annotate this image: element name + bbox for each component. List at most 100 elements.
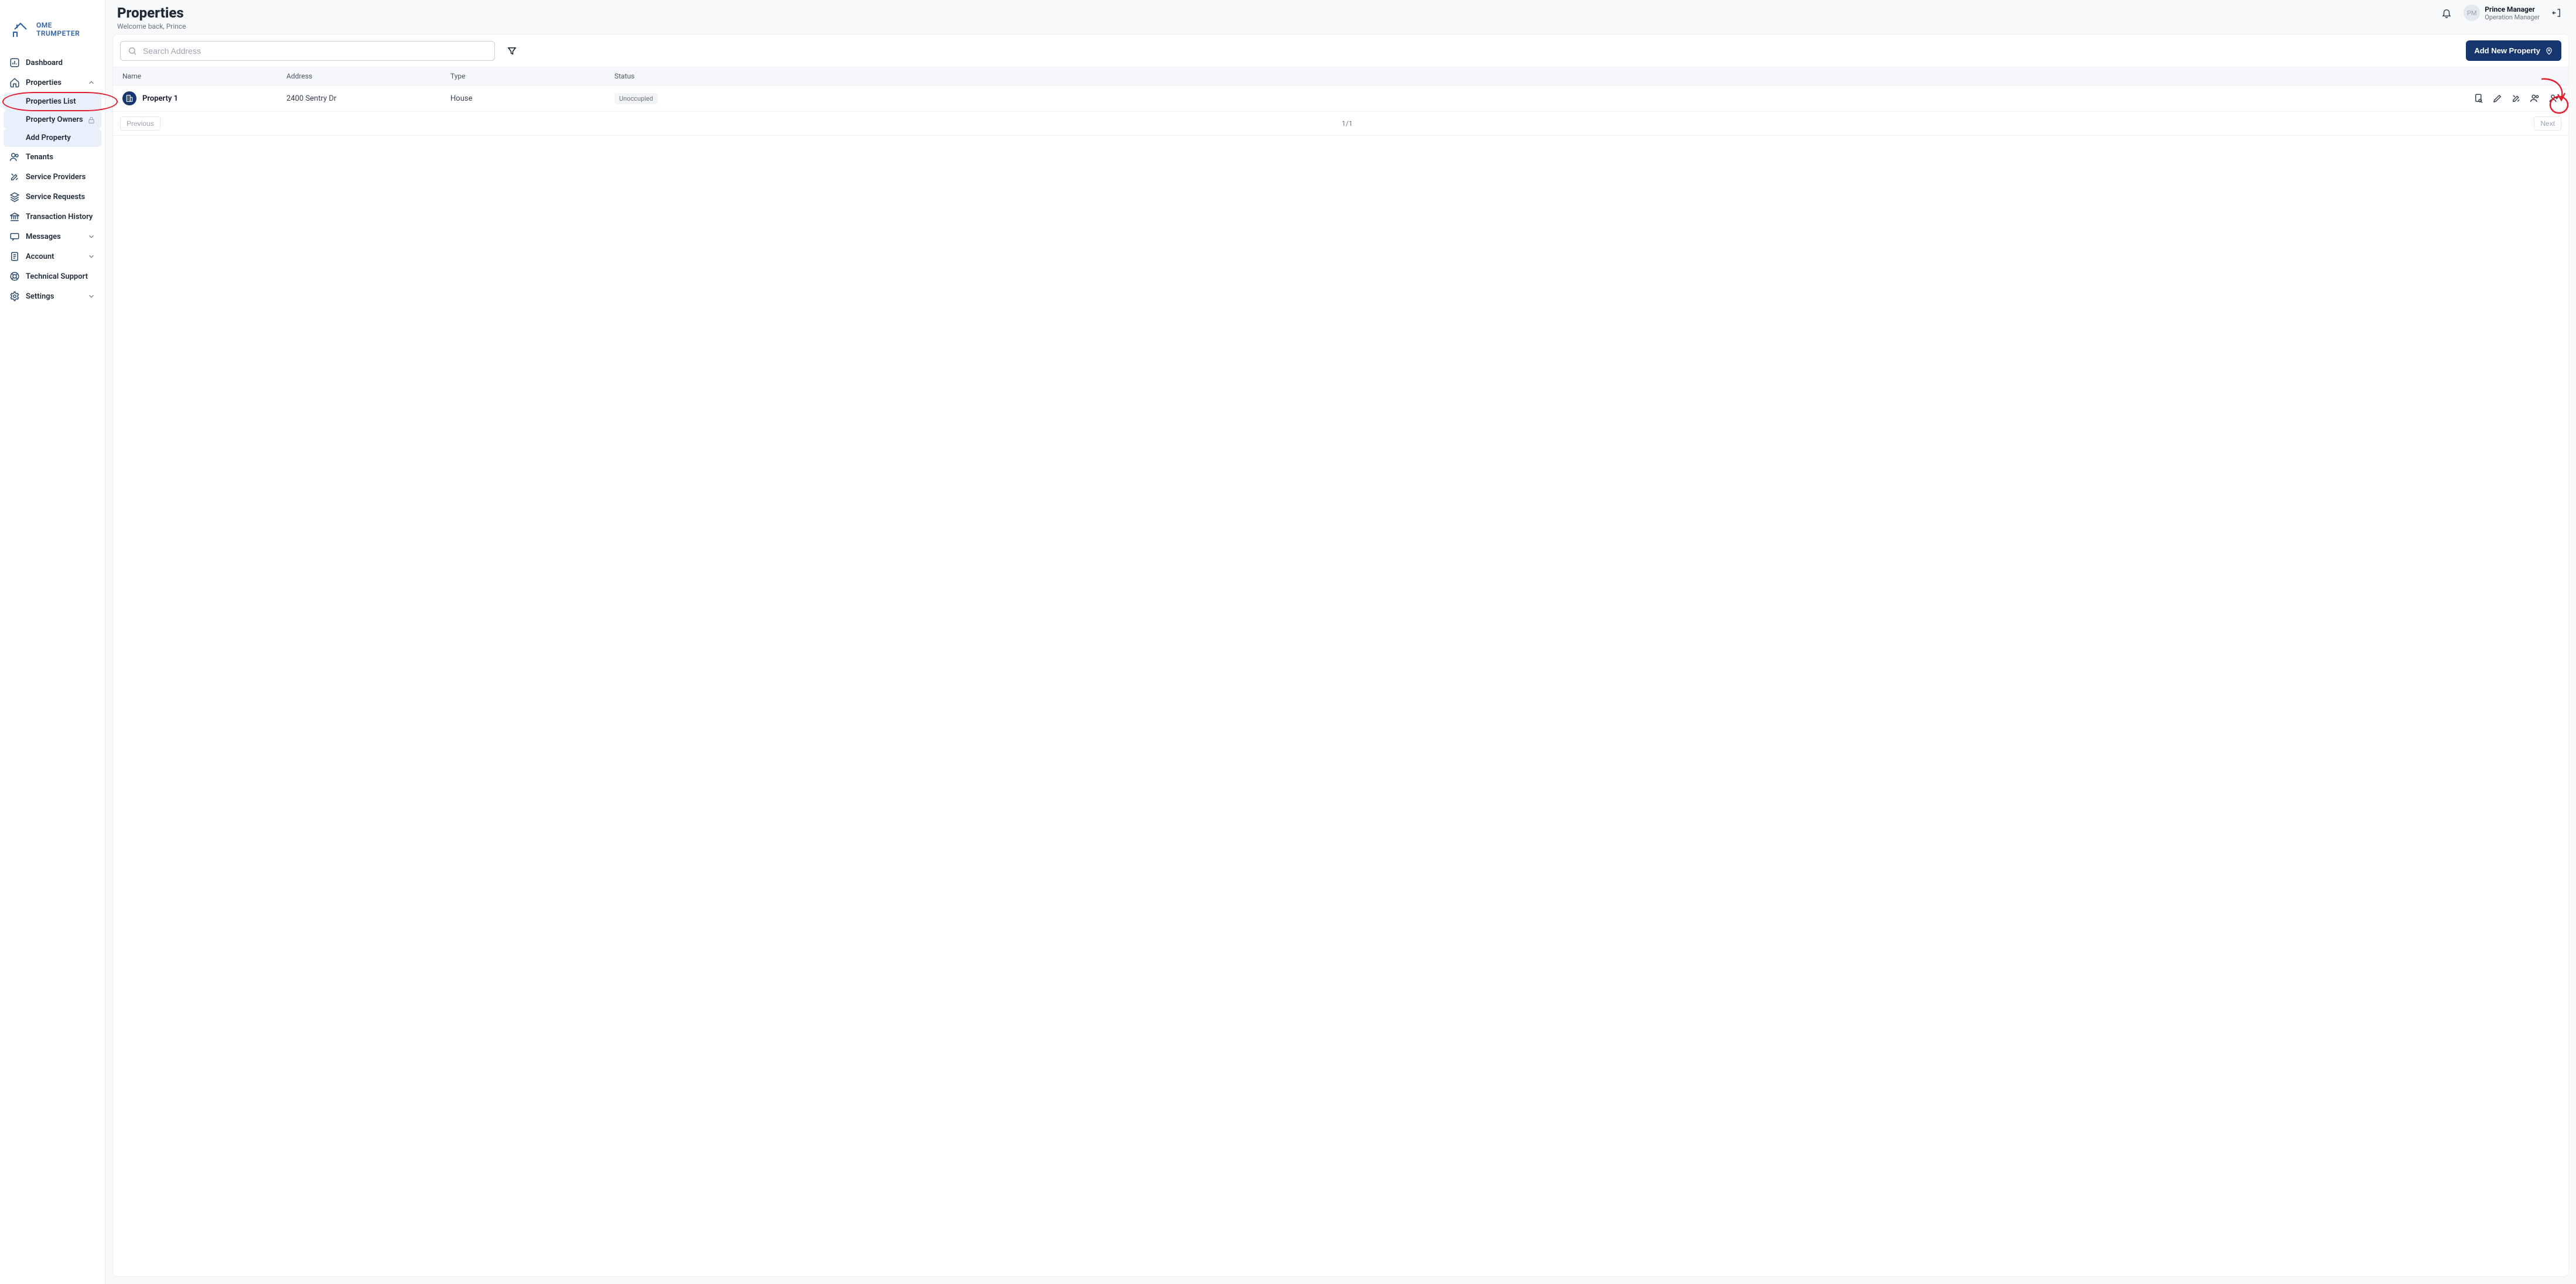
col-address: Address [286, 72, 450, 80]
service-action[interactable] [2511, 93, 2522, 104]
add-tenant-action[interactable] [2548, 93, 2559, 104]
building-icon [122, 91, 136, 105]
sidebar-item-properties[interactable]: Properties [4, 73, 101, 93]
tenants-action[interactable] [2530, 93, 2540, 104]
page-indicator: 1/1 [160, 119, 2534, 128]
table-header: Name Address Type Status [113, 67, 2568, 85]
pencil-icon [2492, 93, 2503, 104]
sidebar-subitem-properties-list[interactable]: Properties List [4, 93, 101, 111]
search-field[interactable] [120, 41, 495, 61]
sidebar-item-label: Properties List [26, 97, 76, 106]
view-details-action[interactable] [2473, 93, 2484, 104]
user-menu[interactable]: PM Prince Manager Operation Manager [2464, 5, 2540, 21]
chat-icon [9, 231, 20, 242]
sidebar-item-label: Add Property [26, 133, 71, 142]
content-card: Add New Property Name Address Type Statu… [112, 34, 2569, 1277]
page-title: Properties [117, 5, 186, 21]
table-row[interactable]: Property 1 2400 Sentry Dr House Unoccupi… [113, 85, 2568, 112]
sidebar: OME TRUMPETER Dashboard Properties Prope… [0, 0, 105, 1284]
page-subtitle: Welcome back, Prince [117, 22, 186, 30]
sidebar-item-label: Transaction History [26, 213, 93, 221]
logout-icon [2551, 8, 2562, 18]
sidebar-item-service-requests[interactable]: Service Requests [4, 187, 101, 207]
cell-name-text: Property 1 [142, 94, 178, 103]
status-badge: Unoccupied [614, 93, 658, 104]
brand-logo: OME TRUMPETER [0, 0, 105, 50]
cell-status: Unoccupied [614, 93, 2430, 104]
col-name: Name [122, 72, 286, 80]
stack-icon [9, 191, 20, 202]
sidebar-item-service-providers[interactable]: Service Providers [4, 167, 101, 187]
sidebar-item-tenants[interactable]: Tenants [4, 147, 101, 167]
user-names: Prince Manager Operation Manager [2485, 5, 2540, 21]
previous-button[interactable]: Previous [120, 117, 160, 131]
bell-icon [2441, 8, 2452, 18]
sidebar-item-account[interactable]: Account [4, 246, 101, 266]
avatar: PM [2464, 5, 2480, 21]
topbar: Properties Welcome back, Prince PM Princ… [105, 0, 2576, 34]
chevron-up-icon [87, 78, 95, 87]
cell-name: Property 1 [122, 91, 286, 105]
user-name: Prince Manager [2485, 5, 2540, 13]
cell-type: House [450, 94, 614, 103]
users-icon [9, 152, 20, 162]
pagination: Previous 1/1 Next [113, 112, 2568, 136]
sidebar-item-label: Tenants [26, 153, 53, 162]
document-icon [9, 251, 20, 262]
add-new-property-button[interactable]: Add New Property [2466, 40, 2561, 61]
chevron-down-icon [87, 232, 95, 241]
user-role: Operation Manager [2485, 13, 2540, 21]
chevron-down-icon [87, 252, 95, 261]
sidebar-subitem-add-property[interactable]: Add Property [4, 129, 101, 147]
sidebar-item-label: Dashboard [26, 59, 63, 67]
properties-subnav: Properties List Property Owners Add Prop… [4, 93, 101, 147]
sidebar-item-label: Property Owners [26, 115, 83, 124]
map-pin-icon [2545, 47, 2553, 55]
sidebar-item-label: Properties [26, 78, 62, 87]
sidebar-item-technical-support[interactable]: Technical Support [4, 266, 101, 286]
people-icon [2530, 93, 2540, 104]
next-button[interactable]: Next [2534, 117, 2561, 131]
brand-text: OME TRUMPETER [36, 21, 97, 37]
sidebar-item-settings[interactable]: Settings [4, 286, 101, 306]
bar-chart-icon [9, 57, 20, 68]
sidebar-item-label: Service Requests [26, 193, 85, 201]
bank-icon [9, 211, 20, 222]
primary-nav: Dashboard Properties Properties List Pro… [0, 50, 105, 309]
tools-icon [2511, 93, 2522, 104]
sidebar-item-label: Messages [26, 232, 61, 241]
search-icon [128, 46, 137, 56]
person-add-icon [2548, 93, 2559, 104]
edit-action[interactable] [2492, 93, 2503, 104]
col-type: Type [450, 72, 614, 80]
sidebar-subitem-property-owners[interactable]: Property Owners [4, 111, 101, 129]
clipboard-search-icon [2473, 93, 2484, 104]
row-actions [2430, 93, 2559, 104]
list-toolbar: Add New Property [113, 35, 2568, 67]
home-icon [9, 77, 20, 88]
gear-icon [9, 291, 20, 302]
sidebar-item-label: Settings [26, 292, 54, 301]
lock-icon [87, 116, 95, 124]
tools-icon [9, 172, 20, 182]
button-label: Add New Property [2474, 46, 2540, 55]
page-title-block: Properties Welcome back, Prince [117, 5, 186, 30]
chevron-down-icon [87, 292, 95, 300]
filter-button[interactable] [503, 42, 521, 60]
notifications-button[interactable] [2439, 5, 2454, 20]
house-roof-icon [13, 21, 33, 37]
sidebar-item-label: Technical Support [26, 272, 88, 281]
main-area: Properties Welcome back, Prince PM Princ… [105, 0, 2576, 1284]
logout-button[interactable] [2549, 5, 2564, 20]
cell-address: 2400 Sentry Dr [286, 94, 450, 103]
col-status: Status [614, 72, 2430, 80]
sidebar-item-dashboard[interactable]: Dashboard [4, 53, 101, 73]
sidebar-item-messages[interactable]: Messages [4, 227, 101, 246]
sidebar-item-label: Account [26, 252, 54, 261]
funnel-icon [507, 46, 517, 56]
avatar-initials: PM [2467, 9, 2477, 17]
search-input[interactable] [143, 46, 487, 56]
lifebuoy-icon [9, 271, 20, 282]
sidebar-item-transaction-history[interactable]: Transaction History [4, 207, 101, 227]
sidebar-item-label: Service Providers [26, 173, 86, 182]
